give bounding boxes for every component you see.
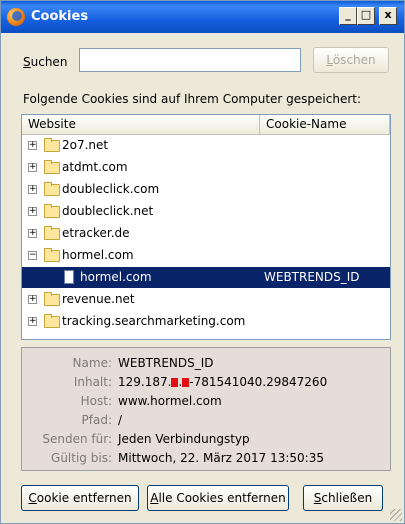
detail-name-label: Name: bbox=[72, 356, 112, 370]
expand-icon[interactable]: + bbox=[28, 229, 37, 238]
cookie-name-label: WEBTRENDS_ID bbox=[264, 270, 360, 284]
cookie-file-icon bbox=[64, 270, 74, 284]
detail-gueltig: Gültig bis: Mittwoch, 22. März 2017 13:5… bbox=[22, 449, 390, 467]
close-window-button[interactable]: x bbox=[379, 7, 397, 25]
remove-all-cookies-button[interactable]: Alle Cookies entfernen bbox=[147, 485, 289, 511]
site-label: revenue.net bbox=[62, 292, 135, 306]
detail-pfad-value: / bbox=[118, 413, 123, 427]
detail-senden-value: Jeden Verbindungstyp bbox=[118, 432, 250, 446]
folder-icon bbox=[44, 182, 60, 196]
detail-host: Host: www.hormel.com bbox=[22, 392, 390, 410]
site-label: doubleclick.net bbox=[62, 204, 154, 218]
column-header-cookie-name[interactable]: Cookie-Name bbox=[260, 115, 390, 134]
collapse-icon[interactable]: − bbox=[28, 251, 37, 260]
title-bar[interactable]: Cookies _ □ x bbox=[1, 1, 404, 33]
site-label: etracker.de bbox=[62, 226, 130, 240]
search-label: Suchen bbox=[23, 55, 68, 69]
site-label: doubleclick.com bbox=[62, 182, 160, 196]
expand-icon[interactable]: + bbox=[28, 141, 37, 150]
detail-senden-label: Senden für: bbox=[42, 432, 112, 446]
cookie-row[interactable]: hormel.com WEBTRENDS_ID bbox=[22, 267, 390, 288]
detail-inhalt-label: Inhalt: bbox=[73, 375, 112, 389]
column-header-website[interactable]: Website bbox=[22, 115, 260, 134]
expand-icon[interactable]: + bbox=[28, 295, 37, 304]
firefox-icon bbox=[7, 8, 25, 26]
detail-host-value: www.hormel.com bbox=[118, 394, 222, 408]
site-row[interactable]: − hormel.com bbox=[22, 245, 390, 266]
folder-icon bbox=[44, 292, 60, 306]
folder-icon bbox=[44, 160, 60, 174]
detail-gueltig-label: Gültig bis: bbox=[51, 451, 112, 465]
site-row[interactable]: + doubleclick.com bbox=[22, 179, 390, 200]
cookie-site-label: hormel.com bbox=[80, 270, 152, 284]
folder-icon bbox=[44, 204, 60, 218]
folder-icon bbox=[44, 248, 60, 262]
site-row[interactable]: + tracking.searchmarketing.com bbox=[22, 311, 390, 332]
expand-icon[interactable]: + bbox=[28, 317, 37, 326]
site-row[interactable]: + etracker.de bbox=[22, 223, 390, 244]
site-row[interactable]: + atdmt.com bbox=[22, 157, 390, 178]
detail-name: Name: WEBTRENDS_ID bbox=[22, 354, 390, 372]
detail-name-value: WEBTRENDS_ID bbox=[118, 356, 214, 370]
minimize-button[interactable]: _ bbox=[339, 7, 357, 25]
site-row[interactable]: +2o7.net bbox=[22, 135, 390, 156]
detail-inhalt: Inhalt: 129.187.. -781541040.29847260 bbox=[22, 373, 390, 391]
site-row[interactable]: + doubleclick.net bbox=[22, 201, 390, 222]
clear-search-button[interactable]: Löschen bbox=[313, 47, 389, 73]
remove-cookie-button[interactable]: Cookie entfernen bbox=[21, 485, 139, 511]
cookies-description: Folgende Cookies sind auf Ihrem Computer… bbox=[23, 92, 362, 106]
site-row[interactable]: + revenue.net bbox=[22, 289, 390, 310]
detail-pfad: Pfad: / bbox=[22, 411, 390, 429]
search-input[interactable] bbox=[79, 48, 301, 72]
folder-icon bbox=[44, 226, 60, 240]
cookie-details: Name: WEBTRENDS_ID Inhalt: 129.187.. -781… bbox=[21, 347, 391, 471]
folder-icon bbox=[44, 314, 60, 328]
close-button[interactable]: Schließen bbox=[303, 485, 383, 511]
site-label: tracking.searchmarketing.com bbox=[62, 314, 246, 328]
detail-senden: Senden für: Jeden Verbindungstyp bbox=[22, 430, 390, 448]
detail-gueltig-value: Mittwoch, 22. März 2017 13:50:35 bbox=[118, 451, 324, 465]
detail-inhalt-value: 129.187.. -781541040.29847260 bbox=[118, 375, 328, 389]
tree-header: Website Cookie-Name bbox=[22, 115, 390, 135]
resize-grip-icon[interactable] bbox=[390, 509, 402, 521]
expand-icon[interactable]: + bbox=[28, 163, 37, 172]
cookie-tree[interactable]: Website Cookie-Name +2o7.net + atdmt.com + d… bbox=[21, 114, 391, 340]
maximize-button[interactable]: □ bbox=[357, 7, 375, 25]
detail-host-label: Host: bbox=[80, 394, 112, 408]
expand-icon[interactable]: + bbox=[28, 185, 37, 194]
expand-icon[interactable]: + bbox=[28, 207, 37, 216]
cookies-window: Cookies _ □ x Suchen Löschen Folgende Co… bbox=[0, 0, 405, 524]
site-label: hormel.com bbox=[62, 248, 134, 262]
folder-icon bbox=[44, 138, 60, 152]
site-label: atdmt.com bbox=[62, 160, 128, 174]
detail-pfad-label: Pfad: bbox=[81, 413, 112, 427]
site-label: 2o7.net bbox=[62, 138, 109, 152]
window-title: Cookies bbox=[31, 9, 89, 24]
